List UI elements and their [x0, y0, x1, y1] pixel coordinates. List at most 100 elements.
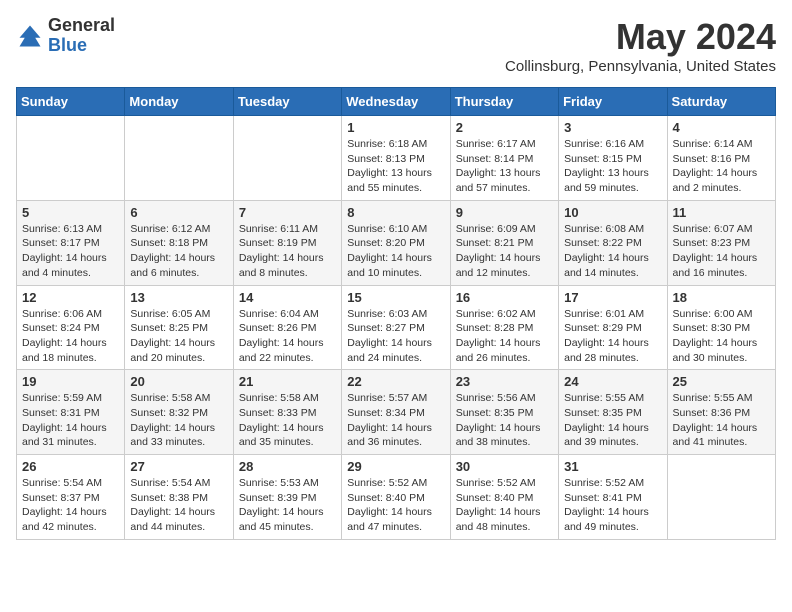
day-info: Sunrise: 5:52 AMSunset: 8:40 PMDaylight:… — [347, 476, 444, 535]
day-number: 11 — [673, 205, 770, 220]
day-info: Sunrise: 5:55 AMSunset: 8:35 PMDaylight:… — [564, 391, 661, 450]
calendar-week-row: 26 Sunrise: 5:54 AMSunset: 8:37 PMDayligh… — [17, 455, 776, 540]
weekday-header-cell: Saturday — [667, 88, 775, 116]
day-info: Sunrise: 5:57 AMSunset: 8:34 PMDaylight:… — [347, 391, 444, 450]
calendar-week-row: 19Sunrise: 5:59 AMSunset: 8:31 PMDayligh… — [17, 370, 776, 455]
day-number: 16 — [456, 290, 553, 305]
calendar-day-cell: 7 Sunrise: 6:11 AMSunset: 8:19 PMDaylight… — [233, 200, 341, 285]
day-number: 21 — [239, 374, 336, 389]
calendar-day-cell: 30Sunrise: 5:52 AMSunset: 8:40 PMDayligh… — [450, 455, 558, 540]
calendar-day-cell: 1 Sunrise: 6:18 AMSunset: 8:13 PMDaylight… — [342, 116, 450, 201]
weekday-header-cell: Sunday — [17, 88, 125, 116]
title-block: May 2024 Collinsburg, Pennsylvania, Unit… — [505, 16, 776, 75]
day-number: 7 — [239, 205, 336, 220]
logo-icon — [16, 22, 44, 50]
month-title: May 2024 — [505, 16, 776, 58]
calendar-day-cell — [667, 455, 775, 540]
page-header: General Blue May 2024 Collinsburg, Penns… — [16, 16, 776, 75]
day-number: 5 — [22, 205, 119, 220]
day-number: 28 — [239, 459, 336, 474]
day-number: 1 — [347, 120, 444, 135]
day-number: 22 — [347, 374, 444, 389]
day-number: 23 — [456, 374, 553, 389]
day-number: 4 — [673, 120, 770, 135]
calendar-day-cell — [17, 116, 125, 201]
day-info: Sunrise: 5:58 AMSunset: 8:33 PMDaylight:… — [239, 391, 336, 450]
day-number: 10 — [564, 205, 661, 220]
day-number: 14 — [239, 290, 336, 305]
calendar-week-row: 1 Sunrise: 6:18 AMSunset: 8:13 PMDaylight… — [17, 116, 776, 201]
calendar-day-cell: 22 Sunrise: 5:57 AMSunset: 8:34 PMDayligh… — [342, 370, 450, 455]
calendar-day-cell: 20Sunrise: 5:58 AMSunset: 8:32 PMDayligh… — [125, 370, 233, 455]
logo-blue: Blue — [48, 35, 87, 55]
location-title: Collinsburg, Pennsylvania, United States — [505, 58, 776, 75]
day-info: Sunrise: 6:03 AMSunset: 8:27 PMDaylight:… — [347, 307, 444, 366]
day-number: 24 — [564, 374, 661, 389]
weekday-header-row: SundayMondayTuesdayWednesdayThursdayFrid… — [17, 88, 776, 116]
day-number: 9 — [456, 205, 553, 220]
day-number: 3 — [564, 120, 661, 135]
day-number: 8 — [347, 205, 444, 220]
day-info: Sunrise: 5:53 AMSunset: 8:39 PMDaylight:… — [239, 476, 336, 535]
day-number: 31 — [564, 459, 661, 474]
calendar-day-cell: 24 Sunrise: 5:55 AMSunset: 8:35 PMDayligh… — [559, 370, 667, 455]
day-info: Sunrise: 6:12 AMSunset: 8:18 PMDaylight:… — [130, 222, 227, 281]
calendar-day-cell: 8 Sunrise: 6:10 AMSunset: 8:20 PMDaylight… — [342, 200, 450, 285]
calendar-day-cell: 23 Sunrise: 5:56 AMSunset: 8:35 PMDayligh… — [450, 370, 558, 455]
calendar-day-cell — [125, 116, 233, 201]
day-number: 18 — [673, 290, 770, 305]
day-number: 27 — [130, 459, 227, 474]
day-number: 17 — [564, 290, 661, 305]
calendar-week-row: 5 Sunrise: 6:13 AMSunset: 8:17 PMDaylight… — [17, 200, 776, 285]
day-info: Sunrise: 6:06 AMSunset: 8:24 PMDaylight:… — [22, 307, 119, 366]
day-number: 15 — [347, 290, 444, 305]
day-number: 29 — [347, 459, 444, 474]
calendar-day-cell: 31Sunrise: 5:52 AMSunset: 8:41 PMDayligh… — [559, 455, 667, 540]
calendar-day-cell: 17 Sunrise: 6:01 AMSunset: 8:29 PMDayligh… — [559, 285, 667, 370]
day-info: Sunrise: 6:10 AMSunset: 8:20 PMDaylight:… — [347, 222, 444, 281]
calendar-day-cell: 19Sunrise: 5:59 AMSunset: 8:31 PMDayligh… — [17, 370, 125, 455]
day-info: Sunrise: 5:54 AMSunset: 8:37 PMDaylight:… — [22, 476, 119, 535]
calendar-day-cell: 5 Sunrise: 6:13 AMSunset: 8:17 PMDaylight… — [17, 200, 125, 285]
calendar-day-cell: 15 Sunrise: 6:03 AMSunset: 8:27 PMDayligh… — [342, 285, 450, 370]
calendar-day-cell: 9 Sunrise: 6:09 AMSunset: 8:21 PMDaylight… — [450, 200, 558, 285]
day-number: 13 — [130, 290, 227, 305]
calendar-body: 1 Sunrise: 6:18 AMSunset: 8:13 PMDaylight… — [17, 116, 776, 540]
calendar-day-cell: 10 Sunrise: 6:08 AMSunset: 8:22 PMDayligh… — [559, 200, 667, 285]
day-info: Sunrise: 5:56 AMSunset: 8:35 PMDaylight:… — [456, 391, 553, 450]
calendar-table: SundayMondayTuesdayWednesdayThursdayFrid… — [16, 87, 776, 540]
day-info: Sunrise: 6:01 AMSunset: 8:29 PMDaylight:… — [564, 307, 661, 366]
calendar-day-cell: 2 Sunrise: 6:17 AMSunset: 8:14 PMDaylight… — [450, 116, 558, 201]
day-info: Sunrise: 6:17 AMSunset: 8:14 PMDaylight:… — [456, 137, 553, 196]
day-info: Sunrise: 5:59 AMSunset: 8:31 PMDaylight:… — [22, 391, 119, 450]
day-number: 12 — [22, 290, 119, 305]
day-info: Sunrise: 5:54 AMSunset: 8:38 PMDaylight:… — [130, 476, 227, 535]
calendar-day-cell: 13Sunrise: 6:05 AMSunset: 8:25 PMDayligh… — [125, 285, 233, 370]
calendar-week-row: 12 Sunrise: 6:06 AMSunset: 8:24 PMDayligh… — [17, 285, 776, 370]
calendar-day-cell: 18Sunrise: 6:00 AMSunset: 8:30 PMDayligh… — [667, 285, 775, 370]
day-number: 2 — [456, 120, 553, 135]
weekday-header-cell: Thursday — [450, 88, 558, 116]
day-info: Sunrise: 5:55 AMSunset: 8:36 PMDaylight:… — [673, 391, 770, 450]
calendar-day-cell: 26 Sunrise: 5:54 AMSunset: 8:37 PMDayligh… — [17, 455, 125, 540]
day-info: Sunrise: 6:13 AMSunset: 8:17 PMDaylight:… — [22, 222, 119, 281]
day-number: 26 — [22, 459, 119, 474]
day-number: 25 — [673, 374, 770, 389]
day-info: Sunrise: 6:07 AMSunset: 8:23 PMDaylight:… — [673, 222, 770, 281]
day-info: Sunrise: 6:11 AMSunset: 8:19 PMDaylight:… — [239, 222, 336, 281]
weekday-header-cell: Monday — [125, 88, 233, 116]
day-info: Sunrise: 5:52 AMSunset: 8:40 PMDaylight:… — [456, 476, 553, 535]
day-info: Sunrise: 6:18 AMSunset: 8:13 PMDaylight:… — [347, 137, 444, 196]
day-info: Sunrise: 6:09 AMSunset: 8:21 PMDaylight:… — [456, 222, 553, 281]
logo: General Blue — [16, 16, 115, 56]
day-info: Sunrise: 6:08 AMSunset: 8:22 PMDaylight:… — [564, 222, 661, 281]
calendar-day-cell: 28 Sunrise: 5:53 AMSunset: 8:39 PMDayligh… — [233, 455, 341, 540]
calendar-day-cell: 11 Sunrise: 6:07 AMSunset: 8:23 PMDayligh… — [667, 200, 775, 285]
calendar-day-cell: 6 Sunrise: 6:12 AMSunset: 8:18 PMDaylight… — [125, 200, 233, 285]
calendar-day-cell: 14Sunrise: 6:04 AMSunset: 8:26 PMDayligh… — [233, 285, 341, 370]
day-info: Sunrise: 6:16 AMSunset: 8:15 PMDaylight:… — [564, 137, 661, 196]
day-info: Sunrise: 6:14 AMSunset: 8:16 PMDaylight:… — [673, 137, 770, 196]
calendar-day-cell: 29 Sunrise: 5:52 AMSunset: 8:40 PMDayligh… — [342, 455, 450, 540]
calendar-day-cell: 12 Sunrise: 6:06 AMSunset: 8:24 PMDayligh… — [17, 285, 125, 370]
day-number: 6 — [130, 205, 227, 220]
